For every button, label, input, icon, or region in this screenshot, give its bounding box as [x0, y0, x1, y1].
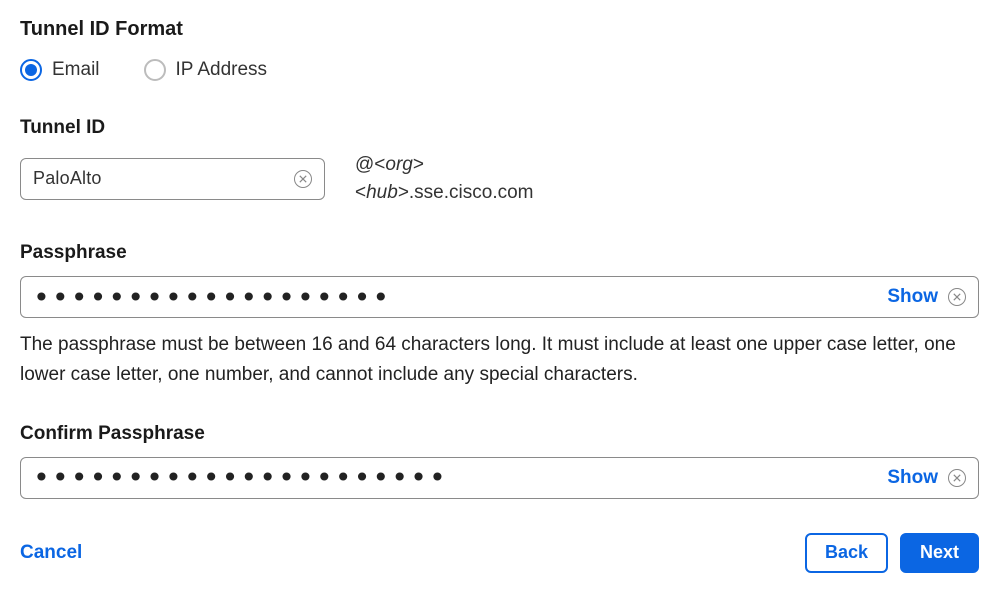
radio-ip-label: IP Address — [176, 59, 268, 81]
suffix-line1-var: org — [385, 154, 412, 175]
show-confirm-passphrase-button[interactable]: Show — [887, 467, 938, 489]
section-title: Tunnel ID Format — [20, 18, 979, 41]
confirm-passphrase-input[interactable] — [33, 461, 873, 494]
footer-buttons: Back Next — [805, 533, 979, 573]
cancel-button[interactable]: Cancel — [20, 542, 82, 564]
tunnel-id-label: Tunnel ID — [20, 117, 979, 139]
passphrase-helper: The passphrase must be between 16 and 64… — [20, 330, 979, 389]
clear-icon[interactable] — [948, 288, 966, 306]
suffix-line2-prefix: < — [355, 182, 366, 203]
next-button[interactable]: Next — [900, 533, 979, 573]
footer-row: Cancel Back Next — [20, 533, 979, 573]
show-passphrase-button[interactable]: Show — [887, 286, 938, 308]
tunnel-id-input-wrap — [20, 158, 325, 200]
passphrase-input-wrap: Show — [20, 276, 979, 318]
confirm-passphrase-label: Confirm Passphrase — [20, 423, 979, 445]
radio-dot-icon — [25, 64, 37, 76]
confirm-passphrase-input-wrap: Show — [20, 457, 979, 499]
back-button[interactable]: Back — [805, 533, 888, 573]
passphrase-label: Passphrase — [20, 242, 979, 264]
radio-circle-icon — [20, 59, 42, 81]
confirm-passphrase-block: Confirm Passphrase Show — [20, 423, 979, 499]
tunnel-id-row: @<org> <hub>.sse.cisco.com — [20, 151, 979, 206]
radio-ip[interactable]: IP Address — [144, 59, 268, 81]
x-icon — [953, 474, 961, 482]
x-icon — [299, 175, 307, 183]
passphrase-block: Passphrase Show The passphrase must be b… — [20, 242, 979, 389]
suffix-line2-var: hub — [366, 182, 398, 203]
tunnel-id-suffix: @<org> <hub>.sse.cisco.com — [355, 151, 534, 206]
suffix-line1-prefix: @< — [355, 154, 385, 175]
radio-email-label: Email — [52, 59, 100, 81]
passphrase-input[interactable] — [33, 281, 873, 314]
clear-icon[interactable] — [294, 170, 312, 188]
x-icon — [953, 293, 961, 301]
suffix-line1-suffix: > — [413, 154, 424, 175]
tunnel-id-input[interactable] — [33, 168, 284, 189]
clear-icon[interactable] — [948, 469, 966, 487]
suffix-line2-suffix: >.sse.cisco.com — [398, 182, 534, 203]
radio-email[interactable]: Email — [20, 59, 100, 81]
radio-circle-icon — [144, 59, 166, 81]
tunnel-id-format-radios: Email IP Address — [20, 59, 979, 81]
